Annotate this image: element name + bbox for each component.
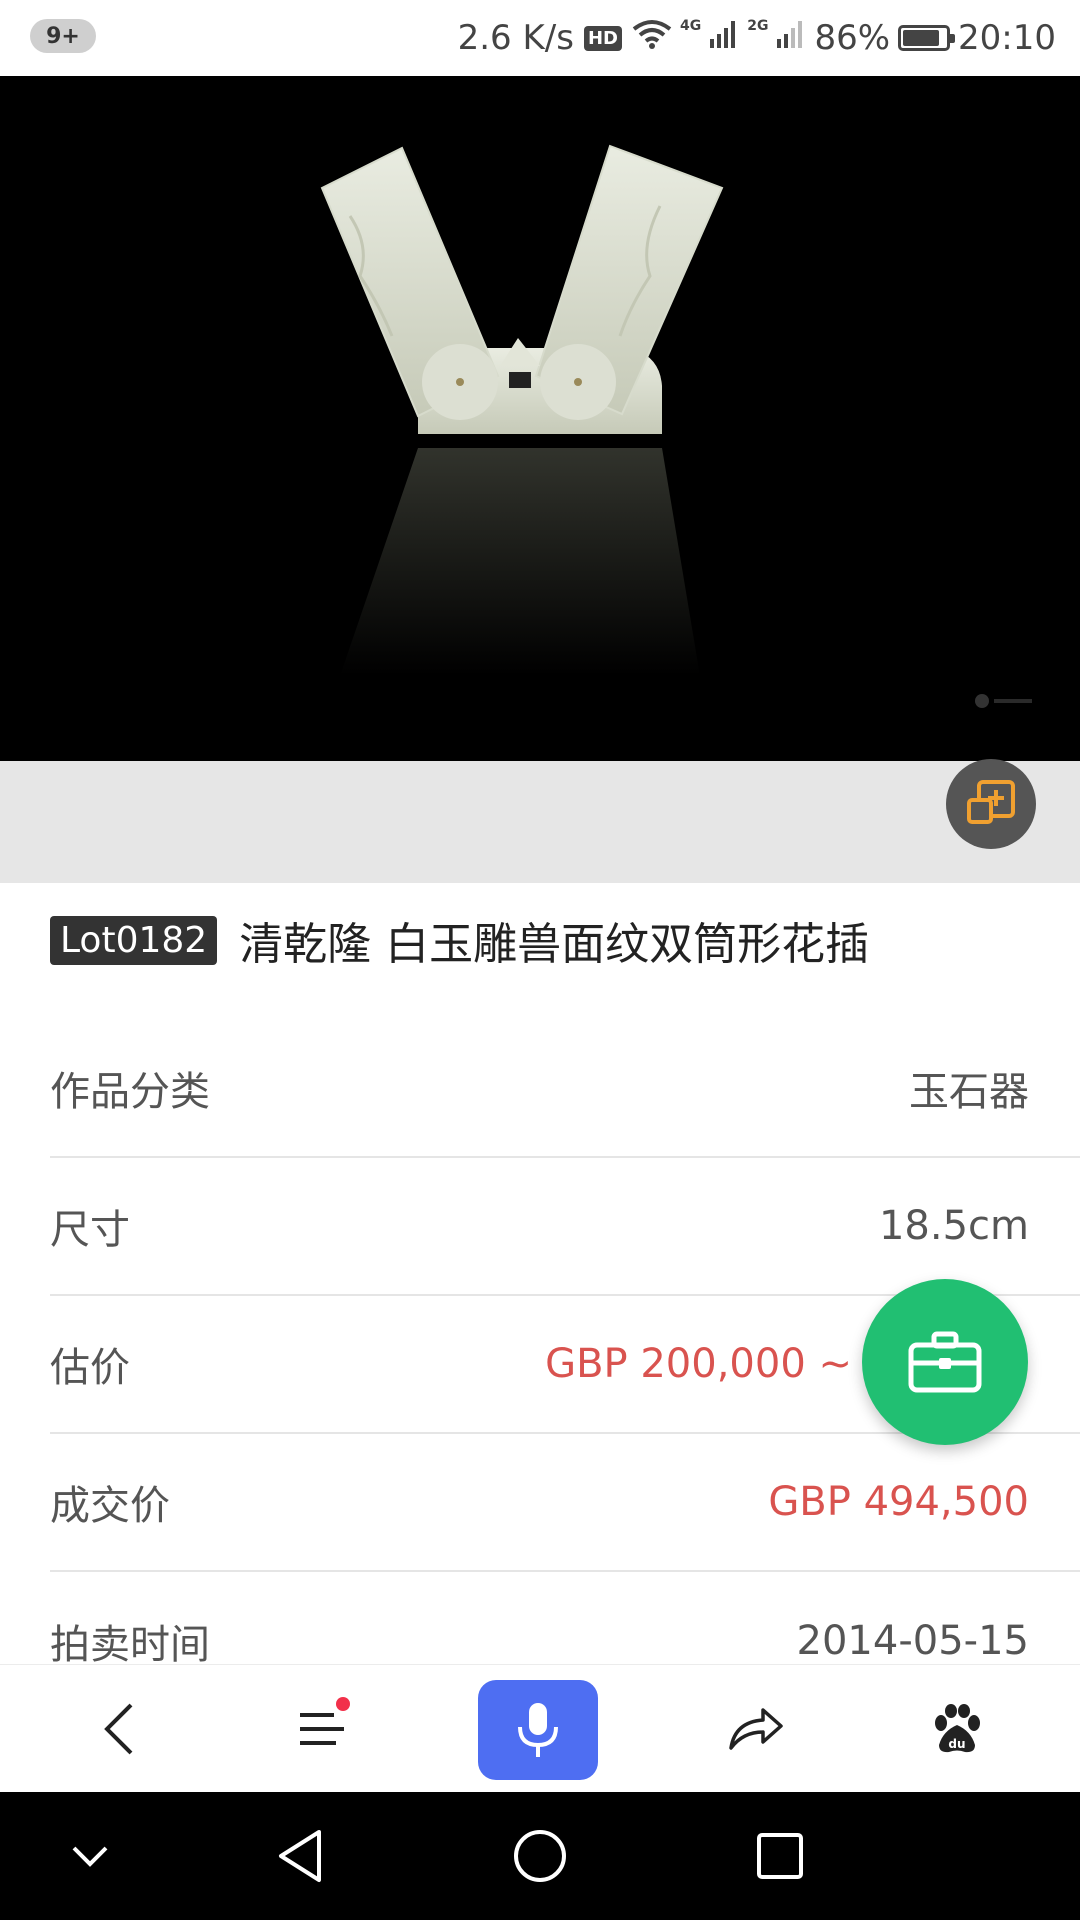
detail-value-hammer-price: GBP 494,500 [768, 1479, 1029, 1525]
network-label-1: 4G [679, 18, 702, 34]
detail-value-estimate: GBP 200,000 ~ [545, 1341, 852, 1387]
status-indicators: 2.6 K/s HD 4G 2G 86% 20:10 [458, 14, 1056, 62]
baidu-home-button[interactable]: du [897, 1665, 1017, 1793]
home-circle-icon [514, 1830, 566, 1882]
collapse-nav-button[interactable] [30, 1792, 150, 1920]
add-to-collection-icon [967, 780, 1015, 824]
menu-button[interactable] [262, 1665, 382, 1793]
system-home-button[interactable] [480, 1792, 600, 1920]
artwork-image[interactable] [0, 76, 1080, 761]
signal-weak-icon [776, 18, 806, 58]
back-icon [104, 1703, 133, 1755]
add-to-collection-button[interactable] [946, 759, 1036, 849]
detail-row-size: 尺寸 18.5cm [50, 1158, 1080, 1296]
detail-row-category: 作品分类 玉石器 [50, 1020, 1080, 1158]
net-speed: 2.6 K/s [457, 18, 574, 58]
hd-badge: HD [583, 25, 622, 51]
voice-search-button[interactable] [478, 1680, 598, 1780]
lot-title-row: Lot0182 清乾隆 白玉雕兽面纹双筒形花插 [50, 905, 1040, 975]
recents-square-icon [757, 1833, 803, 1879]
signal-icon [709, 18, 739, 58]
svg-text:du: du [948, 1737, 965, 1751]
image-footer-band [0, 761, 1080, 883]
battery-level [903, 30, 940, 46]
chevron-down-icon [72, 1846, 108, 1867]
menu-icon [300, 1713, 344, 1745]
wifi-icon [632, 18, 672, 58]
back-button[interactable] [59, 1665, 179, 1793]
briefcase-fab-button[interactable] [862, 1279, 1028, 1445]
system-back-button[interactable] [240, 1792, 360, 1920]
browser-toolbar: du [0, 1664, 1080, 1793]
lot-number-badge: Lot0182 [50, 915, 218, 965]
detail-value: 18.5cm [878, 1203, 1029, 1249]
detail-label: 作品分类 [50, 1069, 210, 1115]
detail-label: 估价 [50, 1345, 130, 1391]
battery-icon [898, 25, 956, 51]
detail-value: 玉石器 [909, 1069, 1029, 1115]
battery-percent: 86% [814, 18, 891, 58]
notification-badge: 9+ [30, 19, 96, 53]
back-triangle-icon [279, 1830, 321, 1882]
lot-title: 清乾隆 白玉雕兽面纹双筒形花插 [239, 919, 870, 970]
network-label-2: 2G [747, 18, 769, 34]
detail-row-hammer-price: 成交价 GBP 494,500 [50, 1434, 1080, 1572]
share-button[interactable] [695, 1665, 815, 1793]
notification-dot [336, 1697, 350, 1711]
clock: 20:10 [958, 18, 1056, 58]
mic-icon [518, 1703, 558, 1757]
system-recents-button[interactable] [720, 1792, 840, 1920]
briefcase-icon [908, 1331, 982, 1393]
detail-label: 成交价 [50, 1483, 170, 1529]
baidu-paw-icon: du [935, 1704, 980, 1753]
image-watermark [974, 693, 1032, 709]
system-navigation-bar [0, 1792, 1080, 1920]
share-icon [729, 1708, 783, 1750]
detail-label: 尺寸 [50, 1207, 130, 1253]
status-bar: 9+ 2.6 K/s HD 4G 2G 86% 20:10 [0, 0, 1080, 76]
jade-vase-illustration [320, 144, 724, 676]
